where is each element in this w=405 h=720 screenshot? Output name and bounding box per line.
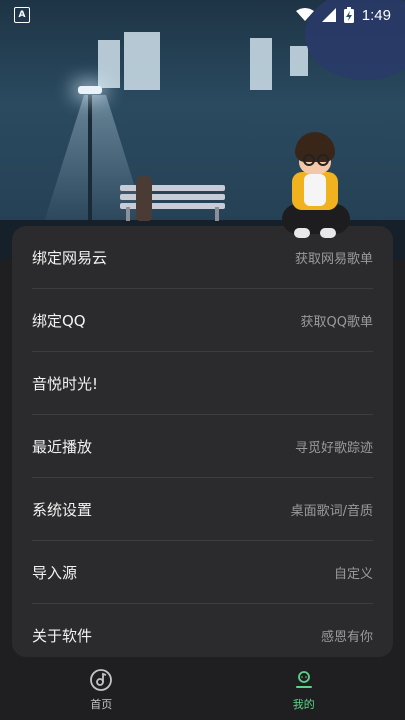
menu-item-label: 最近播放 — [32, 437, 93, 456]
wifi-icon — [295, 8, 314, 21]
menu-item-label: 绑定网易云 — [32, 248, 108, 267]
menu-item-sub: 获取网易歌单 — [294, 251, 373, 267]
menu-item-system-settings[interactable]: 系统设置 桌面歌词/音质 — [32, 478, 373, 541]
bottom-nav: 首页 我的 — [0, 660, 405, 720]
status-bar: A 1:49 — [0, 0, 405, 30]
menu-item-label: 系统设置 — [32, 500, 93, 519]
street-lamp — [88, 95, 92, 235]
menu-item-label: 导入源 — [32, 563, 78, 582]
menu-item-sub: 桌面歌词/音质 — [290, 503, 373, 519]
menu-item-music-time[interactable]: 音悦时光! — [32, 352, 373, 415]
status-time: 1:49 — [361, 6, 391, 24]
user-avatar[interactable] — [282, 132, 350, 247]
profile-icon — [295, 671, 312, 688]
menu-item-sub: 寻觅好歌踪迹 — [294, 440, 373, 456]
menu-item-bind-qq[interactable]: 绑定QQ 获取QQ歌单 — [32, 289, 373, 352]
music-disc-icon — [90, 669, 113, 691]
a-notification-icon: A — [14, 7, 30, 23]
signal-icon — [321, 8, 336, 22]
menu-item-sub: 自定义 — [333, 566, 373, 582]
building-window — [290, 46, 308, 76]
girl-figure — [136, 175, 152, 221]
menu-item-import-source[interactable]: 导入源 自定义 — [32, 541, 373, 604]
building-window — [98, 40, 120, 88]
menu-item-sub: 获取QQ歌单 — [300, 314, 373, 330]
nav-home-label: 首页 — [90, 698, 113, 711]
nav-mine[interactable]: 我的 — [203, 660, 405, 720]
profile-menu: 绑定网易云 获取网易歌单 绑定QQ 获取QQ歌单 音悦时光! 最近播放 寻觅好歌… — [12, 226, 393, 657]
menu-item-recent-play[interactable]: 最近播放 寻觅好歌踪迹 — [32, 415, 373, 478]
battery-charging-icon — [343, 7, 354, 23]
nav-mine-label: 我的 — [292, 698, 315, 711]
menu-item-about[interactable]: 关于软件 感恩有你 — [32, 604, 373, 657]
nav-home[interactable]: 首页 — [0, 660, 203, 720]
building-window — [250, 38, 272, 90]
menu-item-label: 关于软件 — [32, 626, 93, 645]
menu-item-label: 绑定QQ — [32, 311, 86, 330]
menu-item-label: 音悦时光! — [32, 374, 99, 393]
menu-item-sub: 感恩有你 — [320, 629, 373, 645]
lamp-head — [78, 86, 102, 94]
building-window — [124, 32, 160, 90]
